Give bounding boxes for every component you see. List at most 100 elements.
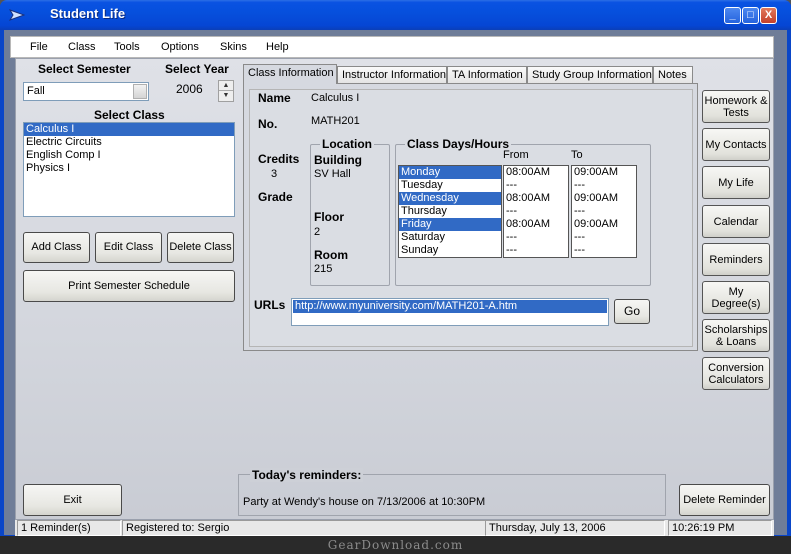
list-item[interactable]: ---	[504, 205, 568, 218]
chevron-down-icon[interactable]	[133, 84, 147, 99]
list-item[interactable]: Calculus I	[24, 123, 234, 136]
homework-tests-button[interactable]: Homework & Tests	[702, 90, 770, 123]
delete-reminder-button[interactable]: Delete Reminder	[679, 484, 770, 516]
class-label: Select Class	[94, 108, 165, 122]
list-item[interactable]: Friday	[399, 218, 501, 231]
from-label: From	[503, 149, 529, 161]
from-times-list[interactable]: 08:00AM --- 08:00AM --- 08:00AM --- ---	[503, 165, 569, 258]
list-item[interactable]: ---	[572, 244, 636, 257]
to-times-list[interactable]: 09:00AM --- 09:00AM --- 09:00AM --- ---	[571, 165, 637, 258]
tab-instructor-information[interactable]: Instructor Information	[337, 66, 447, 83]
no-value: MATH201	[311, 115, 360, 127]
list-item[interactable]: ---	[504, 231, 568, 244]
list-item[interactable]: Saturday	[399, 231, 501, 244]
list-item[interactable]: 09:00AM	[572, 218, 636, 231]
grade-label: Grade	[258, 190, 293, 204]
list-item[interactable]: Tuesday	[399, 179, 501, 192]
menu-bar: File Class Tools Options Skins Help	[10, 36, 774, 58]
menu-file[interactable]: File	[30, 41, 48, 53]
window-title: Student Life	[50, 6, 126, 21]
list-item[interactable]: 09:00AM	[572, 192, 636, 205]
spin-up-icon[interactable]: ▲	[219, 81, 233, 91]
list-item[interactable]: Monday	[399, 166, 501, 179]
delete-class-button[interactable]: Delete Class	[167, 232, 234, 263]
url-item[interactable]: http://www.myuniversity.com/MATH201-A.ht…	[293, 300, 607, 313]
urls-list[interactable]: http://www.myuniversity.com/MATH201-A.ht…	[291, 298, 609, 326]
menu-skins[interactable]: Skins	[220, 41, 247, 53]
list-item[interactable]: 08:00AM	[504, 166, 568, 179]
print-schedule-button[interactable]: Print Semester Schedule	[23, 270, 235, 302]
my-degrees-button[interactable]: My Degree(s)	[702, 281, 770, 314]
list-item[interactable]: Physics I	[24, 162, 234, 175]
credits-value: 3	[271, 168, 278, 180]
my-contacts-button[interactable]: My Contacts	[702, 128, 770, 161]
go-button[interactable]: Go	[614, 299, 650, 324]
urls-label: URLs	[254, 298, 286, 312]
menu-class[interactable]: Class	[68, 41, 96, 53]
list-item[interactable]: ---	[504, 244, 568, 257]
room-value: 215	[314, 263, 333, 275]
list-item[interactable]: Sunday	[399, 244, 501, 257]
tab-class-information[interactable]: Class Information	[243, 64, 337, 84]
calendar-button[interactable]: Calendar	[702, 205, 770, 238]
title-bar[interactable]: Student Life _ □ X	[0, 0, 791, 30]
to-label: To	[571, 149, 583, 161]
floor-value: 2	[314, 226, 321, 238]
name-label: Name	[258, 91, 291, 105]
exit-button[interactable]: Exit	[23, 484, 122, 516]
tab-study-group-information[interactable]: Study Group Information	[527, 66, 653, 83]
list-item[interactable]: ---	[572, 231, 636, 244]
name-value: Calculus I	[311, 92, 360, 104]
list-item[interactable]: 09:00AM	[572, 166, 636, 179]
tab-notes[interactable]: Notes	[653, 66, 693, 83]
reminders-button[interactable]: Reminders	[702, 243, 770, 276]
year-spinner[interactable]: ▲ ▼	[218, 80, 234, 102]
conversion-calculators-button[interactable]: Conversion Calculators	[702, 357, 770, 390]
menu-help[interactable]: Help	[266, 41, 289, 53]
close-button[interactable]: X	[760, 7, 777, 24]
status-bar: 1 Reminder(s) Registered to: Sergio Thur…	[15, 520, 774, 536]
year-value: 2006	[176, 82, 203, 96]
no-label: No.	[258, 117, 278, 131]
room-label: Room	[314, 248, 348, 262]
list-item[interactable]: 08:00AM	[504, 218, 568, 231]
list-item[interactable]: ---	[572, 205, 636, 218]
list-item[interactable]: ---	[504, 179, 568, 192]
building-label: Building	[314, 153, 362, 167]
status-reminder-count: 1 Reminder(s)	[17, 520, 121, 536]
list-item[interactable]: English Comp I	[24, 149, 234, 162]
status-time: 10:26:19 PM	[668, 520, 772, 536]
minimize-button[interactable]: _	[724, 7, 741, 24]
watermark: GearDownload.com	[327, 538, 464, 552]
edit-class-button[interactable]: Edit Class	[95, 232, 162, 263]
list-item[interactable]: Wednesday	[399, 192, 501, 205]
days-list[interactable]: Monday Tuesday Wednesday Thursday Friday…	[398, 165, 502, 258]
class-list[interactable]: Calculus I Electric Circuits English Com…	[23, 122, 235, 217]
add-class-button[interactable]: Add Class	[23, 232, 90, 263]
list-item[interactable]: 08:00AM	[504, 192, 568, 205]
menu-options[interactable]: Options	[161, 41, 199, 53]
semester-value: Fall	[27, 85, 45, 97]
credits-label: Credits	[258, 152, 300, 166]
location-title: Location	[320, 137, 374, 151]
tab-ta-information[interactable]: TA Information	[447, 66, 527, 83]
floor-label: Floor	[314, 210, 344, 224]
semester-label: Select Semester	[38, 62, 131, 76]
list-item[interactable]: Electric Circuits	[24, 136, 234, 149]
spin-down-icon[interactable]: ▼	[219, 91, 233, 101]
class-days-title: Class Days/Hours	[405, 137, 512, 151]
maximize-button[interactable]: □	[742, 7, 759, 24]
status-registered: Registered to: Sergio	[122, 520, 486, 536]
scholarships-loans-button[interactable]: Scholarships & Loans	[702, 319, 770, 352]
list-item[interactable]: Thursday	[399, 205, 501, 218]
semester-select[interactable]: Fall	[23, 82, 149, 101]
reminders-title: Today's reminders:	[250, 468, 364, 482]
status-date: Thursday, July 13, 2006	[485, 520, 665, 536]
year-label: Select Year	[165, 62, 229, 76]
reminder-text: Party at Wendy's house on 7/13/2006 at 1…	[243, 496, 486, 508]
app-icon	[9, 9, 25, 21]
my-life-button[interactable]: My Life	[702, 166, 770, 199]
building-value: SV Hall	[314, 168, 351, 180]
menu-tools[interactable]: Tools	[114, 41, 140, 53]
list-item[interactable]: ---	[572, 179, 636, 192]
